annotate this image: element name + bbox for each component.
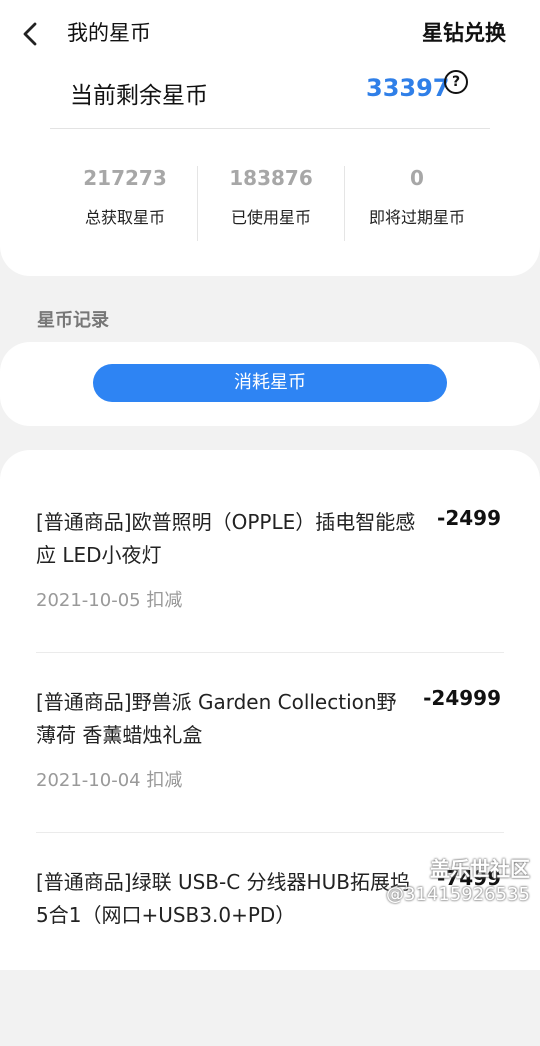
stat-value: 217273 <box>83 166 167 190</box>
record-date: 2021-10-05 扣减 <box>36 590 183 611</box>
list-item[interactable]: [普通商品]野兽派 Garden Collection野薄荷 香薰蜡烛礼盒 -2… <box>36 686 504 866</box>
section-title: 星币记录 <box>37 310 109 331</box>
record-amount: -24999 <box>423 686 501 710</box>
stat-value: 0 <box>410 166 424 190</box>
chevron-left-icon[interactable] <box>18 20 44 48</box>
stat-total-earned: 217273 总获取星币 <box>55 166 195 228</box>
stat-expiring: 0 即将过期星币 <box>347 166 487 228</box>
record-tab-bar: 消耗星币 <box>0 342 540 426</box>
stat-label: 已使用星币 <box>230 208 311 227</box>
records-list: [普通商品]欧普照明（OPPLE）插电智能感应 LED小夜灯 -2499 202… <box>0 450 540 970</box>
list-item[interactable]: [普通商品]绿联 USB-C 分线器HUB拓展坞 5合1（网口+USB3.0+P… <box>36 866 504 1046</box>
record-name: [普通商品]野兽派 Garden Collection野薄荷 香薰蜡烛礼盒 <box>36 690 397 747</box>
record-name: [普通商品]绿联 USB-C 分线器HUB拓展坞 5合1（网口+USB3.0+P… <box>36 870 410 927</box>
diamond-exchange-button[interactable]: 星钻兑换 <box>422 17 506 47</box>
divider <box>344 166 345 241</box>
stat-used: 183876 已使用星币 <box>201 166 341 228</box>
balance-label: 当前剩余星币 <box>70 83 208 109</box>
tab-consumed[interactable]: 消耗星币 <box>93 364 447 402</box>
question-circle-icon[interactable]: ? <box>444 70 468 94</box>
page-title: 我的星币 <box>67 21 151 45</box>
record-date: 2021-10-04 扣减 <box>36 770 183 791</box>
record-name: [普通商品]欧普照明（OPPLE）插电智能感应 LED小夜灯 <box>36 510 416 567</box>
divider <box>36 652 504 653</box>
divider <box>50 128 490 129</box>
stat-value: 183876 <box>229 166 313 190</box>
balance-value: 33397 <box>366 74 450 102</box>
stat-label: 总获取星币 <box>84 208 165 227</box>
balance-summary-card: 当前剩余星币 33397 ? 217273 总获取星币 183876 已使用星币… <box>0 66 540 276</box>
divider <box>36 832 504 833</box>
list-item[interactable]: [普通商品]欧普照明（OPPLE）插电智能感应 LED小夜灯 -2499 202… <box>36 506 504 686</box>
record-amount: -7499 <box>437 866 501 890</box>
stat-label: 即将过期星币 <box>368 208 465 227</box>
record-amount: -2499 <box>437 506 501 530</box>
app-header: 我的星币 星钻兑换 <box>0 0 540 66</box>
divider <box>197 166 198 241</box>
